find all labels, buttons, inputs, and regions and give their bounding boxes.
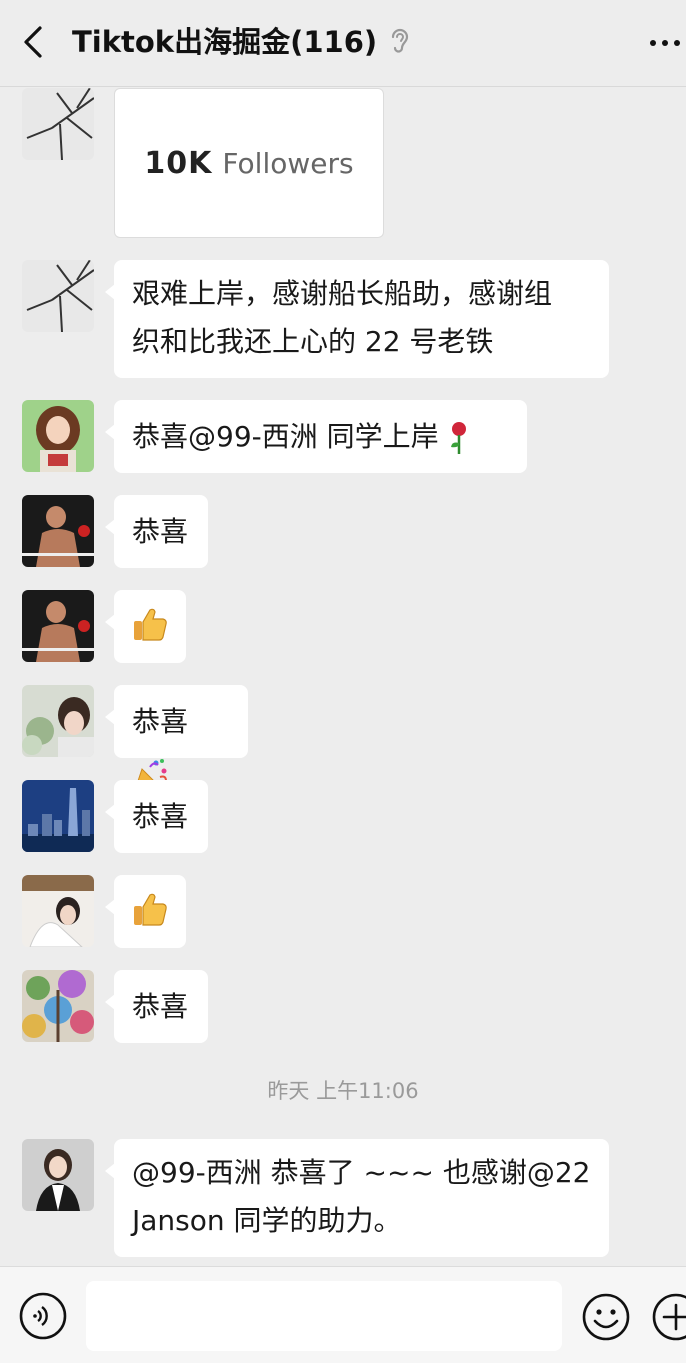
text-message[interactable]: @99-西洲 恭喜了 ~~~ 也感谢@22 Janson 同学的助力。 — [105, 1139, 609, 1257]
message-text: 恭喜 — [132, 800, 189, 833]
mute-ear-icon — [392, 28, 409, 53]
back-arrow-icon[interactable] — [20, 24, 50, 60]
emoji-message[interactable] — [105, 590, 186, 663]
more-icon[interactable] — [648, 38, 684, 48]
avatar[interactable] — [22, 400, 94, 472]
avatar[interactable] — [22, 1139, 94, 1211]
message-line: Janson 同学的助力。 — [132, 1204, 402, 1237]
image-text-label: Followers — [222, 146, 354, 180]
message-line: @99-西洲 恭喜了 ~~~ 也感谢@22 — [132, 1156, 591, 1189]
message-text: 恭喜 — [132, 705, 189, 738]
chat-title: Tiktok出海掘金(116) — [72, 25, 378, 59]
avatar[interactable] — [22, 875, 94, 947]
message-line: 织和比我还上心的 22 号老铁 — [132, 325, 494, 358]
plus-icon[interactable] — [650, 1291, 686, 1343]
emoji-message[interactable] — [105, 875, 186, 948]
avatar[interactable] — [22, 780, 94, 852]
thumbs-up-icon — [134, 608, 167, 641]
text-message[interactable]: 恭喜 — [105, 495, 208, 568]
avatar[interactable] — [22, 590, 94, 662]
message-text: 恭喜 — [132, 515, 189, 548]
message-timestamp: 昨天 上午11:06 — [267, 1079, 419, 1103]
thumbs-up-icon — [134, 893, 167, 926]
message-text: 恭喜@99-西洲 同学上岸 — [132, 420, 439, 453]
message-input[interactable] — [86, 1281, 562, 1351]
avatar[interactable] — [22, 495, 94, 567]
avatar[interactable] — [22, 88, 94, 160]
avatar[interactable] — [22, 685, 94, 757]
avatar[interactable] — [22, 260, 94, 332]
input-toolbar — [0, 1266, 686, 1363]
message-line: 艰难上岸，感谢船长船助，感谢组 — [132, 277, 553, 310]
image-message[interactable]: 10K Followers — [114, 88, 384, 238]
image-text-count: 10K — [144, 145, 213, 181]
avatar[interactable] — [22, 970, 94, 1042]
voice-icon[interactable] — [18, 1291, 68, 1341]
message-text: 恭喜 — [132, 990, 189, 1023]
text-message[interactable]: 恭喜@99-西洲 同学上岸 — [105, 400, 527, 473]
text-message[interactable]: 恭喜 — [105, 780, 208, 853]
text-message[interactable]: 恭喜 — [105, 685, 248, 794]
rose-icon — [450, 422, 466, 454]
chat-header: Tiktok出海掘金(116) — [0, 0, 686, 87]
text-message[interactable]: 艰难上岸，感谢船长船助，感谢组 织和比我还上心的 22 号老铁 — [105, 260, 609, 378]
text-message[interactable]: 恭喜 — [105, 970, 208, 1043]
title-group: Tiktok出海掘金(116) — [72, 22, 411, 62]
emoji-face-icon[interactable] — [580, 1291, 632, 1343]
